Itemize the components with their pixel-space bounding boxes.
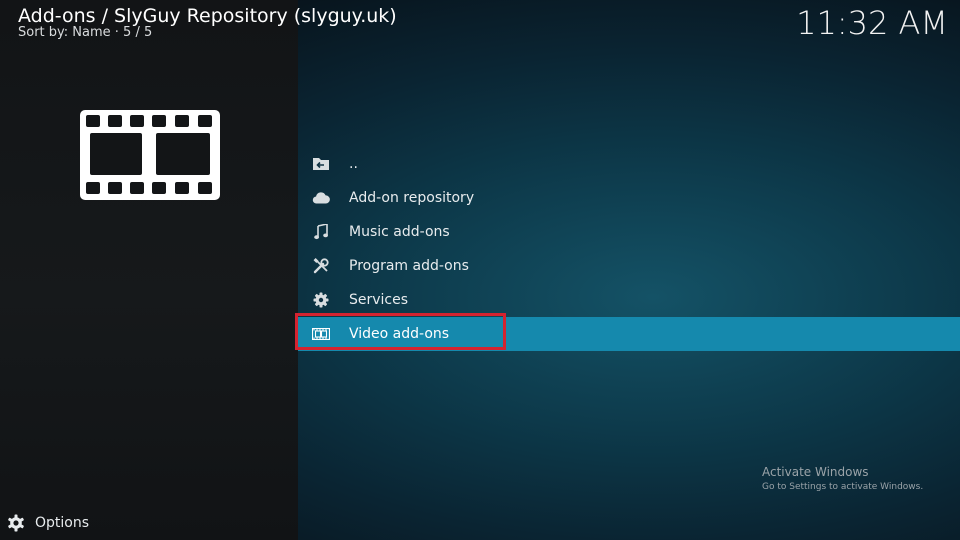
list-item-label: Add-on repository <box>349 190 475 206</box>
list-item-label: .. <box>349 156 358 172</box>
music-note-icon <box>312 224 330 240</box>
clock: 11:32 AM <box>796 4 948 42</box>
watermark-subtitle: Go to Settings to activate Windows. <box>762 482 924 492</box>
gear-icon <box>312 292 330 308</box>
options-gear-icon <box>8 514 24 532</box>
options-button[interactable]: Options <box>7 513 89 533</box>
watermark-title: Activate Windows <box>762 465 869 479</box>
folder-back-icon <box>312 156 330 172</box>
film-strip-icon <box>80 110 220 200</box>
list-item-add-on-repository[interactable]: Add-on repository <box>298 181 960 215</box>
list-item-services[interactable]: Services <box>298 283 960 317</box>
list-item-music-add-ons[interactable]: Music add-ons <box>298 215 960 249</box>
list-item-program-add-ons[interactable]: Program add-ons <box>298 249 960 283</box>
addon-category-list: .. Add-on repository Music add-ons Progr… <box>298 147 960 351</box>
activate-windows-watermark: Activate Windows Go to Settings to activ… <box>762 465 923 494</box>
left-info-panel <box>0 0 298 540</box>
cloud-icon <box>312 190 330 206</box>
list-item-label: Music add-ons <box>349 224 450 240</box>
list-item-label: Video add-ons <box>349 326 450 342</box>
list-item-label: Services <box>349 292 409 308</box>
film-icon <box>312 326 330 342</box>
options-label: Options <box>35 515 90 531</box>
list-item-label: Program add-ons <box>349 258 469 274</box>
sort-info: Sort by: Name · 5 / 5 <box>18 25 153 40</box>
list-item-video-add-ons[interactable]: Video add-ons <box>298 317 960 351</box>
tools-icon <box>312 258 330 274</box>
list-item-parent[interactable]: .. <box>298 147 960 181</box>
